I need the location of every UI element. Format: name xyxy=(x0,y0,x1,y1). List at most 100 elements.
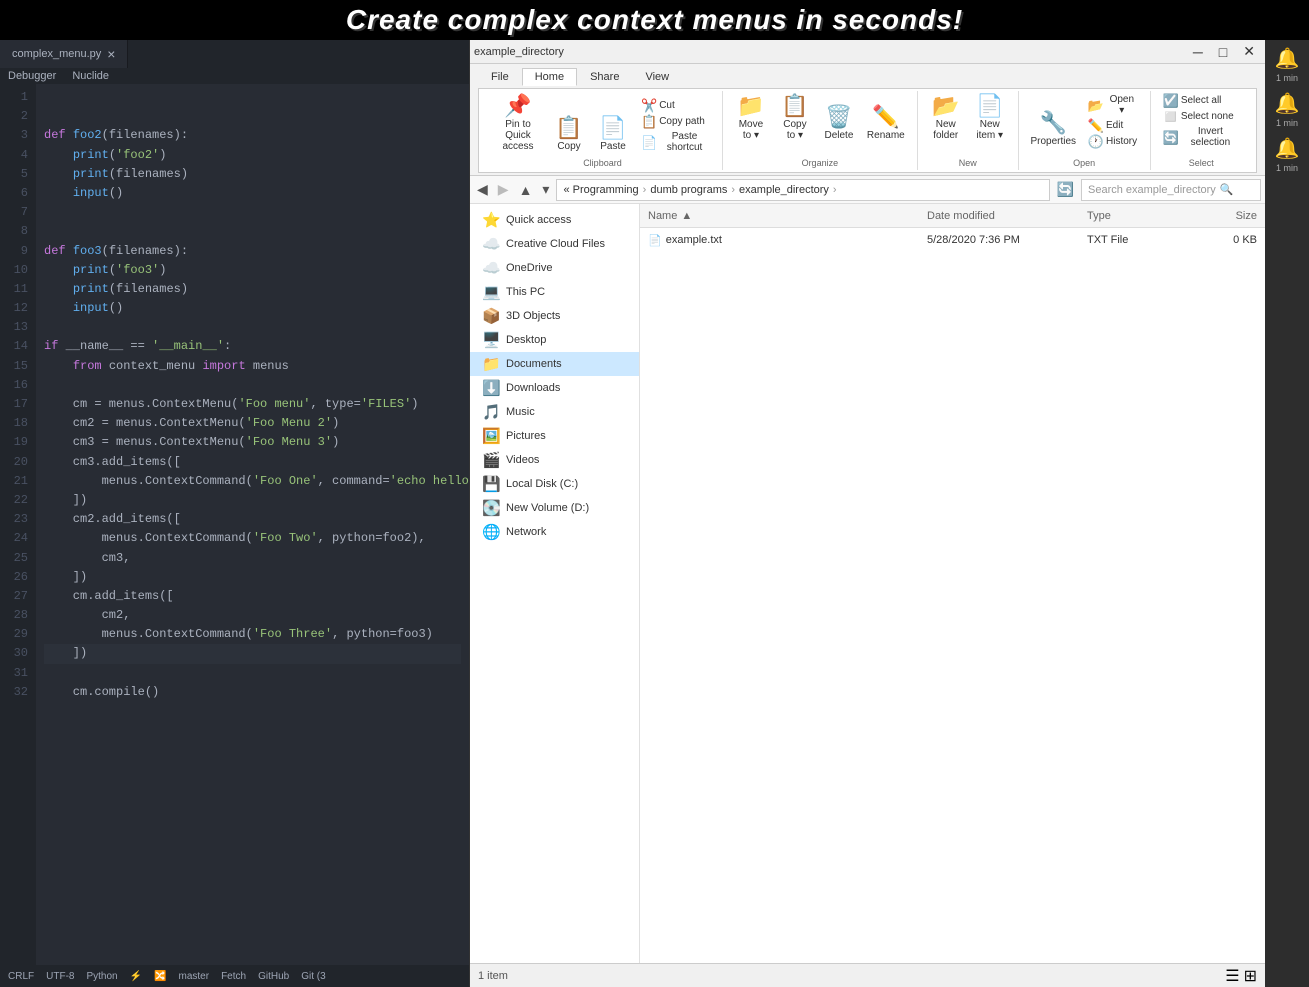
top-banner: Create complex context menus in seconds! xyxy=(0,0,1309,40)
code-area[interactable]: def foo2(filenames): print('foo2') print… xyxy=(36,84,469,965)
sidebar-item-pictures[interactable]: 🖼️ Pictures xyxy=(470,424,639,448)
breadcrumb[interactable]: « Programming › dumb programs › example_… xyxy=(556,179,1049,201)
menu-nuclide[interactable]: Nuclide xyxy=(72,70,109,82)
sidebar-item-onedrive[interactable]: ☁️ OneDrive xyxy=(470,256,639,280)
new-item-label: Newitem ▾ xyxy=(976,119,1003,141)
notif-time-2: 1 min xyxy=(1267,118,1307,128)
delete-button[interactable]: 🗑️ Delete xyxy=(819,104,859,143)
select-all-button[interactable]: ☑️ Select all xyxy=(1159,93,1244,108)
editor-tab[interactable]: complex_menu.py × xyxy=(0,40,128,68)
cut-button[interactable]: ✂️ Cut xyxy=(637,98,714,113)
notif-item-3[interactable]: 🔔 1 min xyxy=(1265,134,1309,175)
file-icon: 📄 xyxy=(648,234,662,247)
ribbon-tab-file[interactable]: File xyxy=(478,68,522,86)
status-branch-label[interactable]: master xyxy=(179,971,210,982)
clipboard-label: Clipboard xyxy=(583,156,622,168)
open-button[interactable]: 📂 Open ▾ xyxy=(1084,93,1142,117)
sidebar-item-new-volume[interactable]: 💽 New Volume (D:) xyxy=(470,496,639,520)
col-size-label: Size xyxy=(1236,210,1257,222)
open-label: Open xyxy=(1073,156,1095,168)
ribbon-tab-view[interactable]: View xyxy=(632,68,682,86)
notif-item-2[interactable]: 🔔 1 min xyxy=(1265,89,1309,130)
editor-panel: complex_menu.py × Debugger Nuclide 12345… xyxy=(0,40,470,987)
col-name-header[interactable]: Name ▲ xyxy=(648,210,927,222)
select-none-button[interactable]: ◻️ Select none xyxy=(1159,109,1244,124)
minimize-button[interactable]: ─ xyxy=(1187,44,1209,60)
invert-selection-button[interactable]: 🔄 Invert selection xyxy=(1159,125,1244,149)
sidebar-item-network[interactable]: 🌐 Network xyxy=(470,520,639,544)
rename-label: Rename xyxy=(867,130,905,141)
move-to-button[interactable]: 📁 Moveto ▾ xyxy=(731,93,771,143)
sidebar-item-downloads[interactable]: ⬇️ Downloads xyxy=(470,376,639,400)
new-volume-icon: 💽 xyxy=(482,499,500,517)
back-button[interactable]: ◀ xyxy=(474,181,491,198)
file-row[interactable]: 📄 example.txt 5/28/2020 7:36 PM TXT File… xyxy=(640,228,1265,252)
sidebar-item-quick-access[interactable]: ⭐ Quick access xyxy=(470,208,639,232)
sep3: › xyxy=(833,184,837,196)
sidebar-item-local-disk[interactable]: 💾 Local Disk (C:) xyxy=(470,472,639,496)
desktop-icon: 🖥️ xyxy=(482,331,500,349)
paste-shortcut-button[interactable]: 📄 Paste shortcut xyxy=(637,130,714,154)
history-icon: 🕐 xyxy=(1088,135,1104,148)
sidebar-item-desktop[interactable]: 🖥️ Desktop xyxy=(470,328,639,352)
search-box[interactable]: Search example_directory 🔍 xyxy=(1081,179,1261,201)
edit-button[interactable]: ✏️ Edit xyxy=(1084,118,1142,133)
sidebar-item-videos[interactable]: 🎬 Videos xyxy=(470,448,639,472)
new-item-button[interactable]: 📄 Newitem ▾ xyxy=(970,93,1010,143)
ribbon-tab-home[interactable]: Home xyxy=(522,68,577,86)
editor-statusbar: CRLF UTF-8 Python ⚡ 🔀 master Fetch GitHu… xyxy=(0,965,469,987)
music-icon: 🎵 xyxy=(482,403,500,421)
up-button[interactable]: ▲ xyxy=(516,182,536,198)
select-items: ☑️ Select all ◻️ Select none 🔄 Invert se… xyxy=(1159,93,1244,149)
view-tiles-button[interactable]: ⊞ xyxy=(1244,966,1257,986)
recent-button[interactable]: ▾ xyxy=(539,181,552,198)
notif-icon-2: 🔔 xyxy=(1267,91,1307,116)
status-crlf[interactable]: CRLF xyxy=(8,971,34,982)
notif-item-1[interactable]: 🔔 1 min xyxy=(1265,44,1309,85)
file-date: 5/28/2020 7:36 PM xyxy=(927,234,1087,246)
notifications-panel: 🔔 1 min 🔔 1 min 🔔 1 min xyxy=(1265,40,1309,987)
status-git[interactable]: Git (3 xyxy=(301,971,325,982)
status-encoding[interactable]: UTF-8 xyxy=(46,971,74,982)
sidebar-item-3dobjects[interactable]: 📦 3D Objects xyxy=(470,304,639,328)
organize-label: Organize xyxy=(802,156,839,168)
col-date-header[interactable]: Date modified xyxy=(927,210,1087,222)
local-disk-icon: 💾 xyxy=(482,475,500,493)
sidebar-item-creative-cloud[interactable]: ☁️ Creative Cloud Files xyxy=(470,232,639,256)
status-github[interactable]: GitHub xyxy=(258,971,289,982)
col-size-header[interactable]: Size xyxy=(1187,210,1257,222)
close-button[interactable]: ✕ xyxy=(1237,43,1261,60)
properties-button[interactable]: 🔧 Properties xyxy=(1027,110,1080,149)
status-bar: 1 item ☰ ⊞ xyxy=(470,963,1265,987)
thispc-label: This PC xyxy=(506,286,545,298)
sidebar-item-documents[interactable]: 📁 Documents xyxy=(470,352,639,376)
pin-quick-access-button[interactable]: 📌 Pin to Quickaccess xyxy=(491,93,545,154)
status-language[interactable]: Python xyxy=(86,971,117,982)
status-fetch[interactable]: Fetch xyxy=(221,971,246,982)
paste-label: Paste xyxy=(600,141,626,152)
paste-button[interactable]: 📄 Paste xyxy=(593,115,633,154)
notif-icon-3: 🔔 xyxy=(1267,136,1307,161)
menu-debugger[interactable]: Debugger xyxy=(8,70,56,82)
history-button[interactable]: 🕐 History xyxy=(1084,134,1142,149)
editor-tab-close[interactable]: × xyxy=(107,46,115,62)
rename-icon: ✏️ xyxy=(872,106,899,128)
move-icon: 📁 xyxy=(737,95,764,117)
copy-button[interactable]: 📋 Copy xyxy=(549,115,589,154)
rename-button[interactable]: ✏️ Rename xyxy=(863,104,909,143)
refresh-button[interactable]: 🔄 xyxy=(1054,181,1077,198)
ribbon-group-organize: 📁 Moveto ▾ 📋 Copyto ▾ 🗑️ Delete ✏️ xyxy=(723,91,918,170)
creative-cloud-label: Creative Cloud Files xyxy=(506,238,605,250)
copy-to-button[interactable]: 📋 Copyto ▾ xyxy=(775,93,815,143)
new-folder-button[interactable]: 📂 Newfolder xyxy=(926,93,966,143)
forward-button[interactable]: ▶ xyxy=(495,181,512,198)
sidebar-item-thispc[interactable]: 💻 This PC xyxy=(470,280,639,304)
sidebar-item-music[interactable]: 🎵 Music xyxy=(470,400,639,424)
editor-tab-label: complex_menu.py xyxy=(12,48,101,60)
copy-path-button[interactable]: 📋 Copy path xyxy=(637,114,714,129)
col-type-header[interactable]: Type xyxy=(1087,210,1187,222)
ribbon-group-new: 📂 Newfolder 📄 Newitem ▾ New xyxy=(918,91,1019,170)
view-list-button[interactable]: ☰ xyxy=(1225,966,1239,986)
ribbon-tab-share[interactable]: Share xyxy=(577,68,632,86)
maximize-button[interactable]: □ xyxy=(1213,44,1233,60)
